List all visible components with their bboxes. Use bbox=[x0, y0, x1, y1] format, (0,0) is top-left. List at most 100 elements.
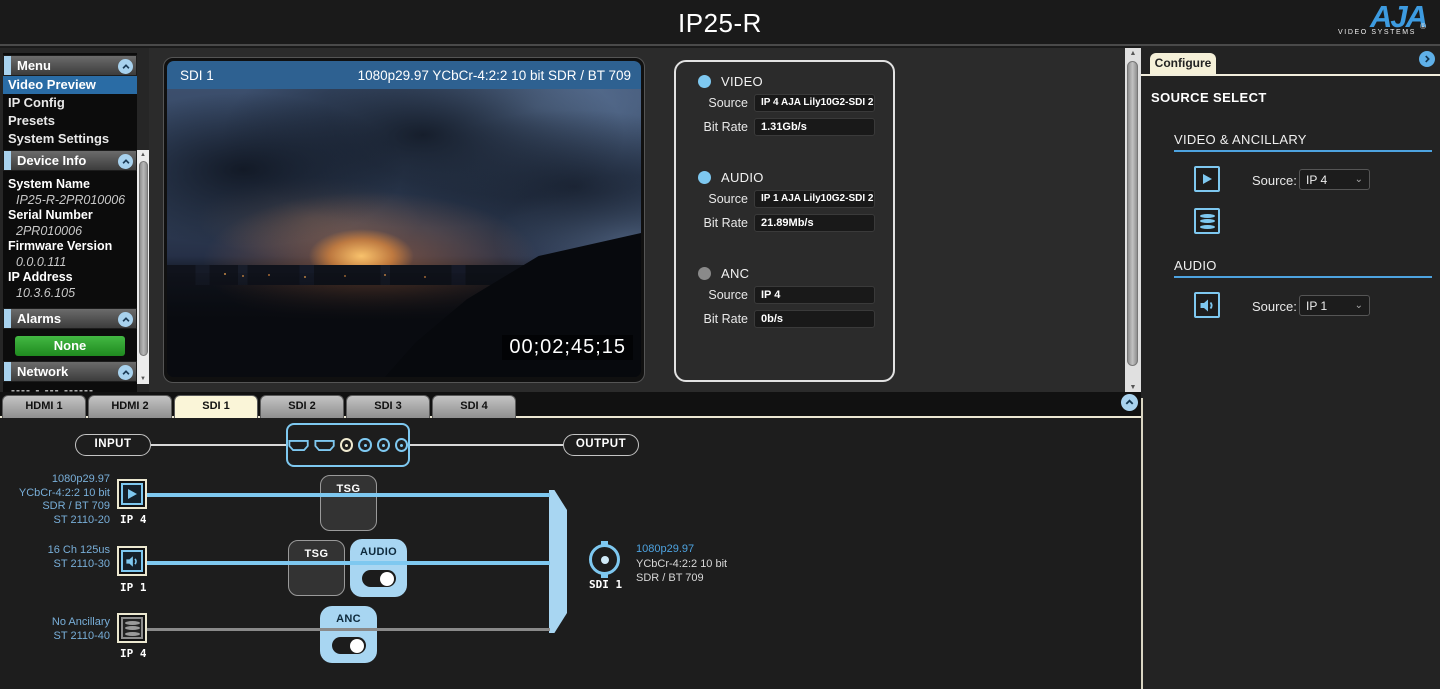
video-ancillary-underline bbox=[1174, 150, 1432, 152]
chevron-up-icon bbox=[121, 315, 131, 325]
alarms-section-title: Alarms bbox=[17, 311, 61, 326]
audio-speaker-icon[interactable] bbox=[1194, 292, 1220, 318]
aja-logo: AJA VIDEO SYSTEMS ® bbox=[1296, 2, 1426, 42]
rear-panel-connectors bbox=[286, 423, 410, 467]
bnc-connector-sdi4 bbox=[395, 438, 408, 452]
chevron-down-icon: ⌄ bbox=[1355, 300, 1363, 311]
device-info-section-title: Device Info bbox=[17, 153, 86, 168]
app-header: IP25-R AJA VIDEO SYSTEMS ® bbox=[0, 0, 1440, 46]
stream-status-panel: VIDEO SourceIP 4 AJA Lily10G2-SDI 211 Bi… bbox=[674, 60, 895, 382]
scrollbar-thumb[interactable] bbox=[1127, 61, 1138, 366]
tsg-video-block[interactable]: TSG bbox=[320, 475, 377, 531]
video-bitrate-label: Bit Rate bbox=[676, 120, 748, 134]
tab-sdi-1[interactable]: SDI 1 bbox=[174, 395, 258, 418]
tab-configure[interactable]: Configure bbox=[1150, 53, 1216, 74]
ancillary-stack-icon[interactable] bbox=[1194, 208, 1220, 234]
sidebar-section-network[interactable]: Network bbox=[3, 361, 137, 382]
sidebar-section-device-info[interactable]: Device Info bbox=[3, 150, 137, 171]
scroll-up-arrow-icon[interactable]: ▲ bbox=[137, 150, 149, 160]
tab-hdmi-2[interactable]: HDMI 2 bbox=[88, 395, 172, 418]
video-input-port-label: IP 4 bbox=[120, 513, 147, 526]
aja-logo-subtext: VIDEO SYSTEMS bbox=[1296, 29, 1426, 36]
output-tab-bar: HDMI 1 HDMI 2 SDI 1 SDI 2 SDI 3 SDI 4 bbox=[0, 392, 1141, 418]
anc-enable-block: ANC bbox=[320, 606, 377, 663]
video-play-icon[interactable] bbox=[1194, 166, 1220, 192]
chevron-up-icon bbox=[121, 62, 131, 72]
audio-block-label: AUDIO bbox=[360, 546, 397, 558]
audio-enable-block: AUDIO bbox=[350, 539, 407, 597]
panel-collapse-button[interactable] bbox=[1419, 51, 1435, 67]
firmware-version-label: Firmware Version bbox=[3, 239, 137, 255]
sdi-output-port-label: SDI 1 bbox=[589, 578, 622, 591]
chevron-up-icon bbox=[1124, 397, 1135, 408]
collapse-network-button[interactable] bbox=[118, 365, 133, 380]
collapse-alarms-button[interactable] bbox=[118, 312, 133, 327]
serial-number-label: Serial Number bbox=[3, 208, 137, 224]
section-accent bbox=[4, 362, 11, 381]
sidebar-item-ip-config[interactable]: IP Config bbox=[3, 94, 137, 112]
tab-sdi-3[interactable]: SDI 3 bbox=[346, 395, 430, 418]
bnc-connector-sdi1-selected bbox=[340, 438, 353, 452]
alarm-status-badge[interactable]: None bbox=[15, 336, 125, 356]
tab-sdi-4[interactable]: SDI 4 bbox=[432, 395, 516, 418]
video-bitrate-value: 1.31Gb/s bbox=[754, 118, 875, 136]
video-input-format-text: 1080p29.97YCbCr-4:2:2 10 bit SDR / BT 70… bbox=[19, 473, 110, 527]
audio-input-format-text: 16 Ch 125usST 2110-30 bbox=[48, 544, 110, 571]
video-status-group: VIDEO SourceIP 4 AJA Lily10G2-SDI 211 Bi… bbox=[676, 72, 893, 136]
anc-source-label: Source bbox=[676, 288, 748, 302]
sidebar-item-presets[interactable]: Presets bbox=[3, 112, 137, 130]
audio-source-selected: IP 1 bbox=[1306, 299, 1327, 313]
anc-toggle-on[interactable] bbox=[332, 637, 366, 654]
sdi-output-bnc-icon bbox=[589, 544, 620, 575]
sidebar-section-alarms[interactable]: Alarms bbox=[3, 308, 137, 329]
tab-hdmi-1[interactable]: HDMI 1 bbox=[2, 395, 86, 418]
anc-input-icon bbox=[117, 613, 147, 643]
audio-underline bbox=[1174, 276, 1432, 278]
sidebar-item-video-preview[interactable]: Video Preview bbox=[3, 76, 137, 94]
video-group-label: VIDEO bbox=[721, 74, 763, 89]
sidebar: Menu Video Preview IP Config Presets Sys… bbox=[3, 53, 137, 399]
preview-format: 1080p29.97 YCbCr-4:2:2 10 bit SDR / BT 7… bbox=[358, 68, 631, 83]
network-section-title: Network bbox=[17, 364, 68, 379]
menu-section-title: Menu bbox=[17, 58, 51, 73]
tab-sdi-2[interactable]: SDI 2 bbox=[260, 395, 344, 418]
configure-panel: Configure SOURCE SELECT VIDEO & ANCILLAR… bbox=[1141, 46, 1440, 689]
toggle-knob bbox=[380, 572, 394, 586]
audio-source-select[interactable]: IP 1 ⌄ bbox=[1299, 295, 1370, 316]
collapse-menu-button[interactable] bbox=[118, 59, 133, 74]
registered-mark: ® bbox=[1420, 22, 1426, 31]
audio-bitrate-label: Bit Rate bbox=[676, 216, 748, 230]
video-source-select[interactable]: IP 4 ⌄ bbox=[1299, 169, 1370, 190]
scrollbar-thumb[interactable] bbox=[139, 161, 148, 356]
video-preview-image: 00;02;45;15 bbox=[167, 89, 641, 377]
tsg-audio-block[interactable]: TSG bbox=[288, 540, 345, 596]
hdmi-port-icon bbox=[314, 439, 335, 452]
anc-bitrate-value: 0b/s bbox=[754, 310, 875, 328]
anc-signal-line bbox=[147, 628, 550, 631]
audio-signal-line bbox=[147, 561, 550, 565]
video-active-indicator bbox=[698, 75, 711, 88]
chevron-right-icon bbox=[1422, 54, 1432, 64]
scroll-up-arrow-icon[interactable]: ▲ bbox=[1125, 48, 1141, 60]
configure-tab-row: Configure bbox=[1141, 53, 1440, 76]
flow-panel-collapse-button[interactable] bbox=[1121, 394, 1138, 411]
video-source-selected: IP 4 bbox=[1306, 173, 1327, 187]
anc-group-label: ANC bbox=[721, 266, 749, 281]
sidebar-section-menu[interactable]: Menu bbox=[3, 55, 137, 76]
audio-toggle-on[interactable] bbox=[362, 570, 396, 587]
source-select-heading: SOURCE SELECT bbox=[1151, 90, 1267, 105]
content-scrollbar[interactable]: ▲ ▼ bbox=[1125, 48, 1141, 394]
sidebar-scrollbar[interactable]: ▲ ▼ bbox=[137, 150, 149, 384]
system-name-value: IP25-R-2PR010006 bbox=[3, 193, 137, 209]
anc-inactive-indicator bbox=[698, 267, 711, 280]
audio-source-value: IP 1 AJA Lily10G2-SDI 211 bbox=[754, 190, 875, 208]
toggle-knob bbox=[350, 639, 364, 653]
sidebar-item-system-settings[interactable]: System Settings bbox=[3, 130, 137, 148]
connector-line bbox=[151, 444, 286, 446]
page-title: IP25-R bbox=[0, 8, 1440, 39]
workspace: SDI 1 1080p29.97 YCbCr-4:2:2 10 bit SDR … bbox=[0, 48, 1141, 392]
serial-number-value: 2PR010006 bbox=[3, 224, 137, 240]
collapse-device-info-button[interactable] bbox=[118, 154, 133, 169]
audio-input-icon bbox=[117, 546, 147, 576]
scroll-down-arrow-icon[interactable]: ▼ bbox=[137, 374, 149, 384]
